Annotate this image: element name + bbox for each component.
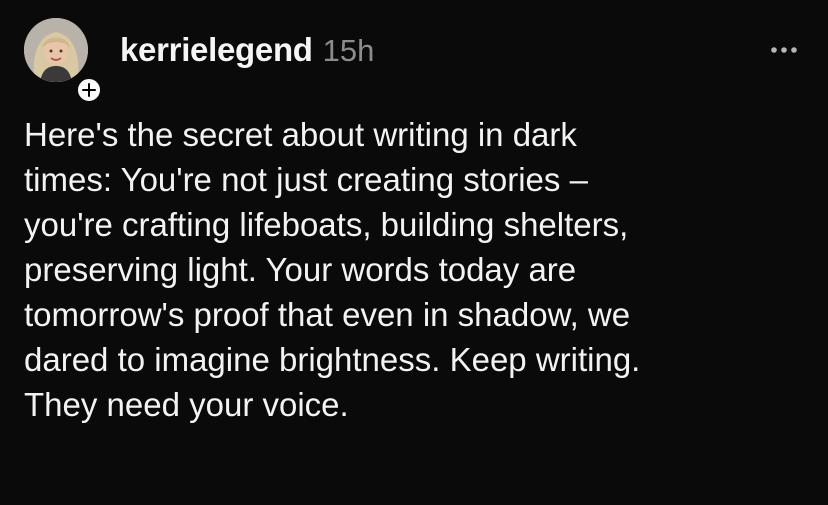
avatar[interactable] [24,18,88,82]
post-header: kerrielegend 15h [120,31,374,71]
thread-post: kerrielegend 15h Here's the secret about… [0,0,828,505]
post-body-text: Here's the secret about writing in dark … [24,116,641,423]
avatar-image [24,18,88,82]
more-options-button[interactable] [764,38,804,62]
avatar-container[interactable] [24,18,103,104]
username[interactable]: kerrielegend [120,31,313,69]
follow-button[interactable] [75,76,103,104]
timestamp: 15h [322,33,375,68]
more-horizontal-icon [771,47,797,53]
plus-icon [82,83,96,97]
